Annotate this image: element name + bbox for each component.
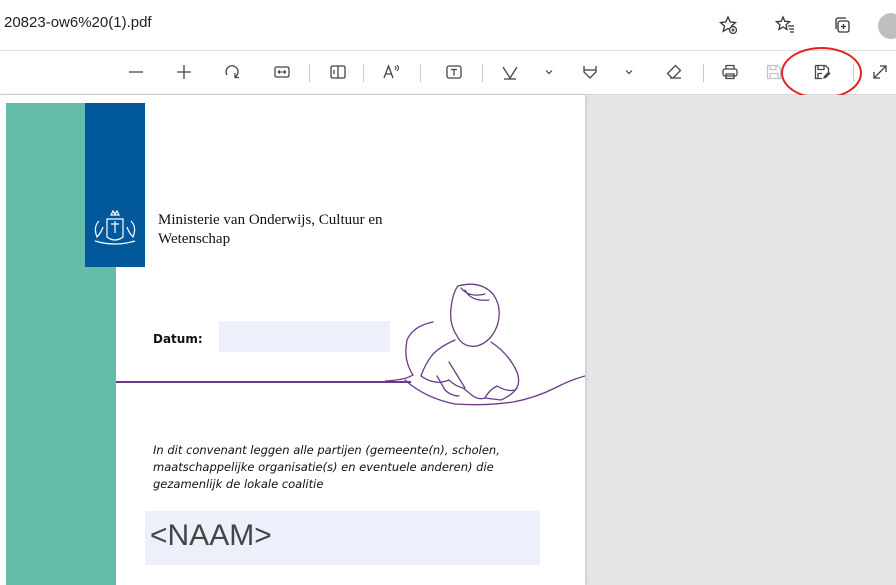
highlight-dropdown-icon[interactable]	[615, 59, 643, 85]
child-drawing-illustration	[385, 283, 585, 406]
pdf-viewer[interactable]: Ministerie van Onderwijs, Cultuur en Wet…	[0, 95, 896, 585]
draw-icon[interactable]	[496, 59, 524, 85]
toolbar-divider	[309, 64, 310, 82]
ministry-name: Ministerie van Onderwijs, Cultuur en Wet…	[158, 211, 458, 249]
paragraph-line: maatschappelijke organisatie(s) en event…	[153, 460, 494, 474]
ministry-name-line1: Ministerie van Onderwijs, Cultuur en	[158, 212, 383, 228]
zoom-out-icon[interactable]	[122, 59, 150, 85]
intro-paragraph: In dit convenant leggen alle partijen (g…	[153, 442, 553, 493]
fullscreen-icon[interactable]	[866, 59, 894, 85]
read-aloud-icon[interactable]	[377, 59, 405, 85]
collections-icon[interactable]	[828, 12, 856, 38]
ministry-logo	[85, 103, 145, 267]
fit-width-icon[interactable]	[268, 59, 296, 85]
red-annotation-circle	[781, 47, 862, 99]
paragraph-line: In dit convenant leggen alle partijen (g…	[153, 443, 500, 457]
favorites-icon[interactable]	[771, 12, 799, 38]
toolbar-divider	[482, 64, 483, 82]
page-view-icon[interactable]	[324, 59, 352, 85]
erase-icon[interactable]	[660, 59, 688, 85]
toolbar-divider	[363, 64, 364, 82]
add-text-icon[interactable]	[440, 59, 468, 85]
naam-placeholder: <NAAM>	[150, 519, 272, 552]
datum-label: Datum:	[153, 332, 203, 346]
toolbar-divider	[420, 64, 421, 82]
rotate-icon[interactable]	[218, 59, 246, 85]
url-text[interactable]: 20823-ow6%20(1).pdf	[4, 14, 152, 31]
pdf-page: Ministerie van Onderwijs, Cultuur en Wet…	[0, 95, 585, 585]
pdf-toolbar	[0, 51, 896, 95]
paragraph-line: gezamenlijk de lokale coalitie	[153, 477, 324, 491]
ministry-name-line2: Wetenschap	[158, 231, 231, 247]
zoom-in-icon[interactable]	[170, 59, 198, 85]
profile-icon[interactable]	[878, 13, 896, 39]
address-bar: 20823-ow6%20(1).pdf	[0, 0, 896, 51]
draw-dropdown-icon[interactable]	[535, 59, 563, 85]
favorite-add-icon[interactable]	[714, 12, 742, 38]
print-icon[interactable]	[716, 59, 744, 85]
highlight-icon[interactable]	[576, 59, 604, 85]
datum-input-field[interactable]	[219, 321, 390, 352]
decorative-line	[116, 381, 411, 383]
toolbar-divider	[703, 64, 704, 82]
